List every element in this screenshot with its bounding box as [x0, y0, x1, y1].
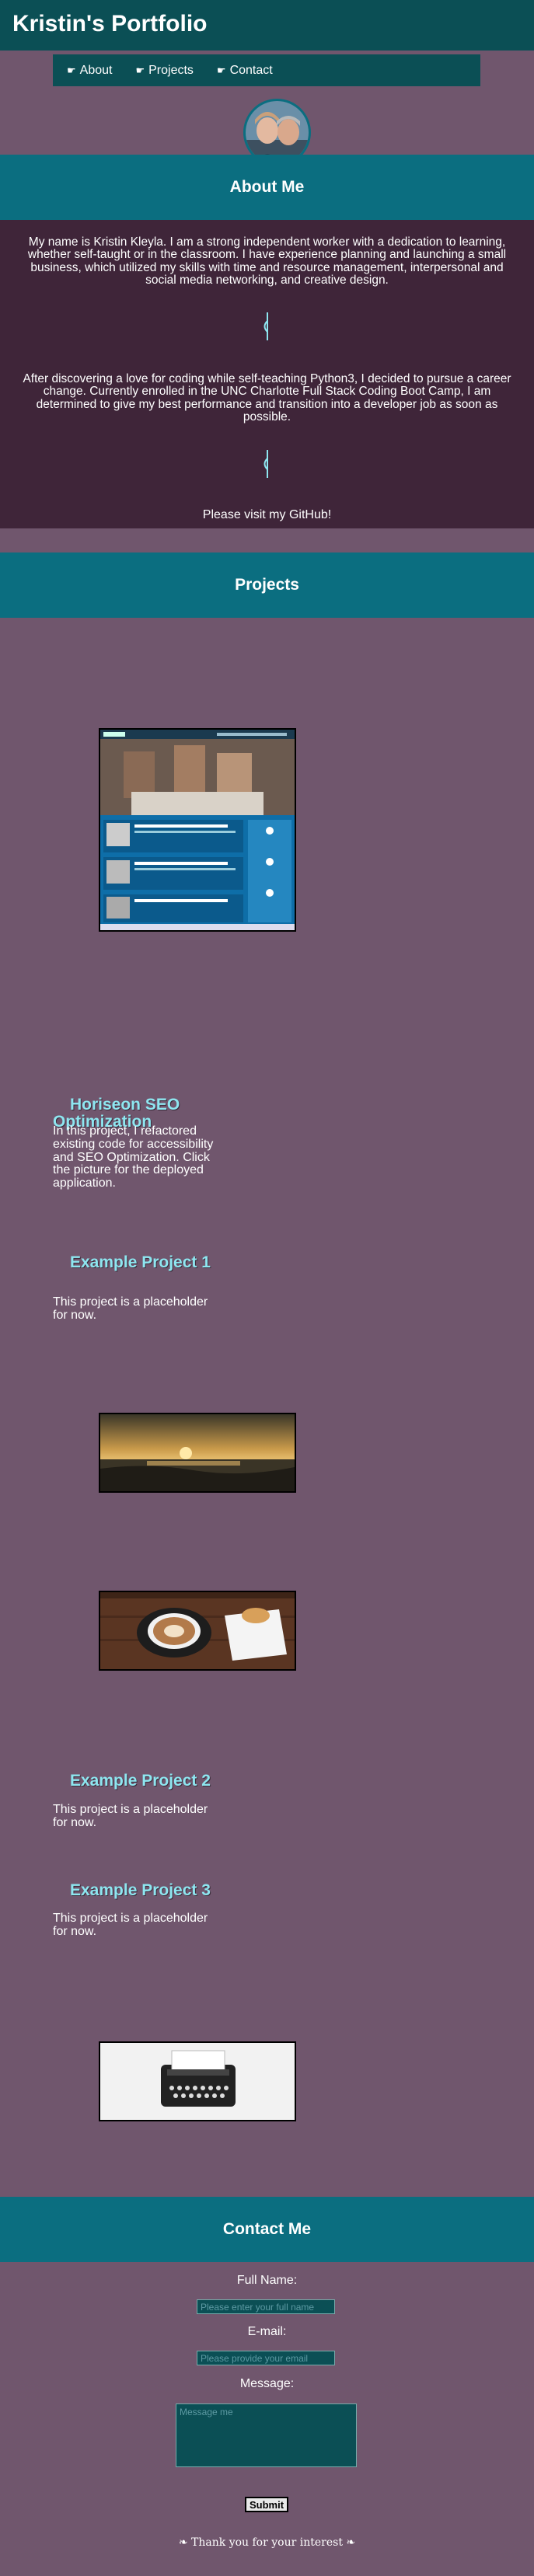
nav-link-about[interactable]: ☛ About: [67, 64, 112, 78]
contact-heading-band: Contact Me: [0, 2197, 534, 2262]
projects-heading-band: Projects: [0, 552, 534, 618]
contact-title: Contact Me: [222, 2220, 312, 2238]
pointing-hand-icon: ☛: [216, 64, 226, 76]
project-title: Example Project 2: [70, 1772, 211, 1790]
nav-link-projects[interactable]: ☛ Projects: [135, 64, 193, 78]
project-description: In this project, I refactored existing c…: [53, 1124, 214, 1190]
pointing-hand-icon: ☛: [67, 64, 76, 76]
example-project-2-image[interactable]: [99, 1591, 296, 1671]
project-description: This project is a placeholder for now.: [53, 1295, 208, 1322]
site-header: Kristin's Portfolio: [0, 0, 534, 51]
github-link[interactable]: Please visit my GitHub!: [0, 508, 534, 522]
project-description: This project is a placeholder for now.: [53, 1912, 208, 1938]
full-name-input[interactable]: [197, 2299, 335, 2314]
full-name-label: Full Name:: [236, 2274, 298, 2287]
nav-link-label: Contact: [229, 63, 273, 77]
submit-button[interactable]: Submit: [245, 2497, 288, 2512]
message-label: Message:: [239, 2377, 295, 2390]
projects-title: Projects: [235, 576, 299, 594]
site-title: Kristin's Portfolio: [12, 11, 208, 37]
nav-link-contact[interactable]: ☛ Contact: [217, 64, 273, 78]
message-textarea[interactable]: [176, 2403, 357, 2467]
email-label: E-mail:: [247, 2325, 287, 2338]
example-project-1-image[interactable]: [99, 1413, 296, 1493]
divider-ornament-icon: [264, 450, 268, 478]
example-project-3-image[interactable]: [99, 2041, 296, 2121]
nav-link-label: About: [79, 63, 113, 77]
about-title: About Me: [229, 178, 305, 196]
about-paragraph-2: After discovering a love for coding whil…: [23, 372, 511, 424]
project-title: Example Project 3: [70, 1881, 211, 1899]
horiseon-project-image[interactable]: [99, 728, 296, 932]
email-input[interactable]: [197, 2351, 335, 2365]
navbar: ☛ About ☛ Projects ☛ Contact: [53, 54, 480, 86]
about-section: My name is Kristin Kleyla. I am a strong…: [0, 220, 534, 528]
about-heading-band: About Me: [0, 155, 534, 220]
about-paragraph-1: My name is Kristin Kleyla. I am a strong…: [27, 235, 507, 287]
nav-link-label: Projects: [148, 63, 194, 77]
divider-ornament-icon: [264, 312, 268, 340]
project-description: This project is a placeholder for now.: [53, 1803, 208, 1829]
thank-you-message: ❧ Thank you for your interest ❧: [178, 2536, 356, 2549]
pointing-hand-icon: ☛: [135, 64, 145, 76]
project-title: Example Project 1: [70, 1253, 211, 1271]
